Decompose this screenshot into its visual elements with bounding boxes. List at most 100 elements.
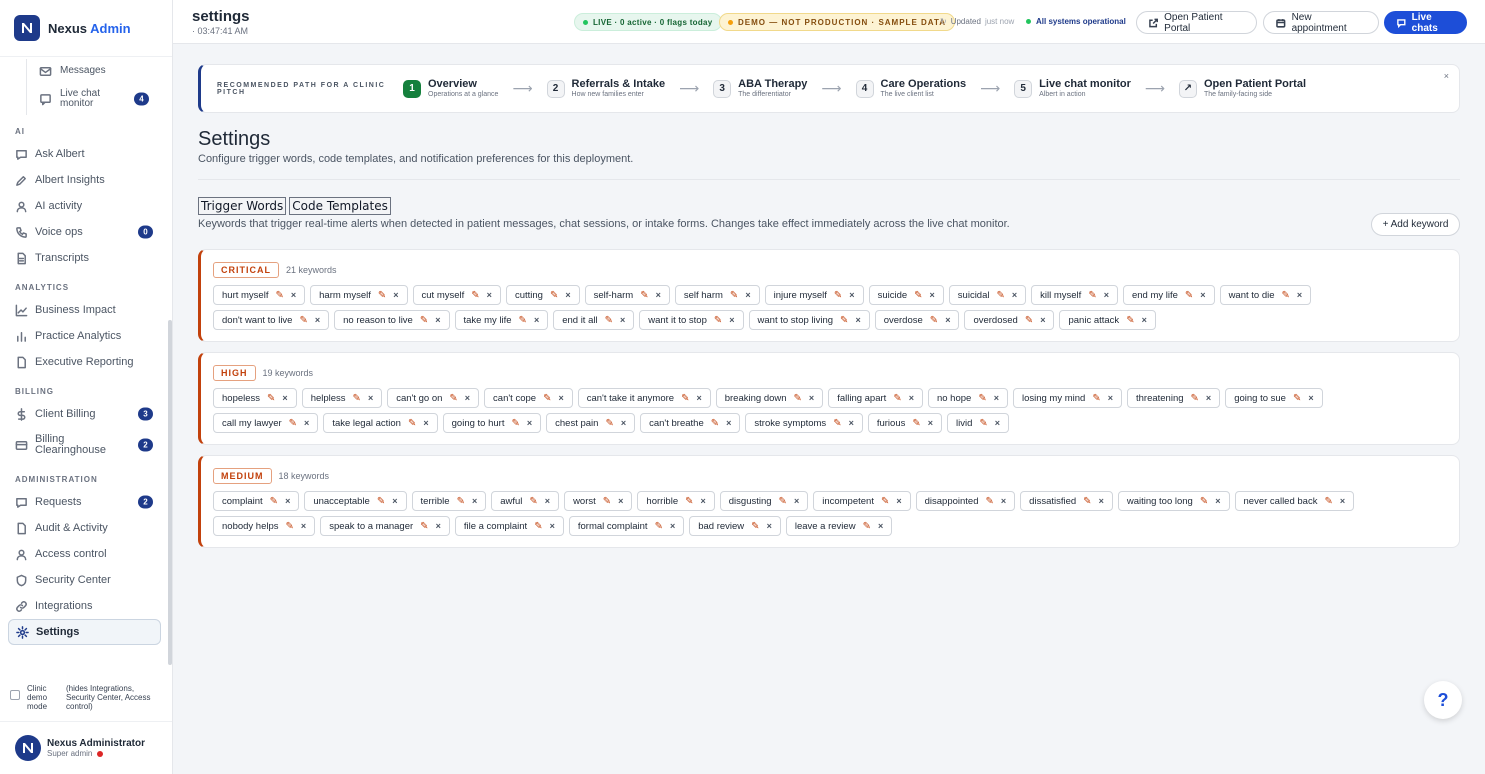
remove-icon[interactable]: ×	[527, 418, 532, 428]
tab-trigger-words[interactable]: Trigger Words	[198, 197, 287, 215]
keyword-chip[interactable]: going to hurt ✎ ×	[442, 413, 542, 433]
remove-icon[interactable]: ×	[909, 393, 914, 403]
remove-icon[interactable]: ×	[545, 496, 550, 506]
remove-icon[interactable]: ×	[1340, 496, 1345, 506]
remove-icon[interactable]: ×	[315, 315, 320, 325]
edit-pencil-icon[interactable]: ✎	[881, 496, 889, 507]
edit-pencil-icon[interactable]: ✎	[529, 496, 537, 507]
remove-icon[interactable]: ×	[392, 496, 397, 506]
keyword-chip[interactable]: threatening ✎ ×	[1126, 388, 1221, 408]
keyword-chip[interactable]: horrible ✎ ×	[637, 491, 715, 511]
keyword-chip[interactable]: cutting ✎ ×	[505, 285, 580, 305]
remove-icon[interactable]: ×	[436, 521, 441, 531]
keyword-chip[interactable]: cut myself ✎ ×	[412, 285, 501, 305]
remove-icon[interactable]: ×	[928, 418, 933, 428]
edit-pencil-icon[interactable]: ✎	[378, 290, 386, 301]
keyword-chip[interactable]: want it to stop ✎ ×	[639, 310, 744, 330]
remove-icon[interactable]: ×	[1308, 393, 1313, 403]
edit-pencil-icon[interactable]: ✎	[534, 521, 542, 532]
keyword-chip[interactable]: file a complaint ✎ ×	[454, 516, 564, 536]
keyword-chip[interactable]: injure myself ✎ ×	[764, 285, 864, 305]
keyword-chip[interactable]: take my life ✎ ×	[454, 310, 549, 330]
edit-pencil-icon[interactable]: ✎	[267, 393, 275, 404]
edit-pencil-icon[interactable]: ✎	[979, 418, 987, 429]
keyword-chip[interactable]: stroke symptoms ✎ ×	[745, 413, 863, 433]
keyword-chip[interactable]: panic attack ✎ ×	[1059, 310, 1156, 330]
edit-pencil-icon[interactable]: ✎	[353, 393, 361, 404]
edit-pencil-icon[interactable]: ✎	[730, 290, 738, 301]
keyword-chip[interactable]: harm myself ✎ ×	[310, 285, 408, 305]
remove-icon[interactable]: ×	[701, 496, 706, 506]
edit-pencil-icon[interactable]: ✎	[605, 315, 613, 326]
edit-pencil-icon[interactable]: ✎	[912, 418, 920, 429]
clinic-demo-mode-toggle[interactable]: Clinic demo mode (hides Integrations, Se…	[10, 680, 168, 711]
edit-pencil-icon[interactable]: ✎	[449, 393, 457, 404]
keyword-chip[interactable]: disgusting ✎ ×	[719, 491, 809, 511]
edit-pencil-icon[interactable]: ✎	[655, 521, 663, 532]
edit-pencil-icon[interactable]: ✎	[1324, 496, 1332, 507]
edit-pencil-icon[interactable]: ✎	[711, 418, 719, 429]
sidebar-item-practice-analytics[interactable]: Practice Analytics	[0, 323, 161, 349]
edit-pencil-icon[interactable]: ✎	[1293, 393, 1301, 404]
sidebar-item-integrations[interactable]: Integrations	[0, 593, 161, 619]
remove-icon[interactable]: ×	[726, 418, 731, 428]
remove-icon[interactable]: ×	[368, 393, 373, 403]
sidebar-item-audit-activity[interactable]: Audit & Activity	[0, 515, 161, 541]
remove-icon[interactable]: ×	[304, 418, 309, 428]
keyword-chip[interactable]: take legal action ✎ ×	[323, 413, 438, 433]
remove-icon[interactable]: ×	[618, 496, 623, 506]
demo-mode-checkbox[interactable]	[10, 690, 20, 700]
path-step-open-patient-portal[interactable]: ↗ Open Patient Portal The family-facing s…	[1178, 78, 1306, 99]
edit-pencil-icon[interactable]: ✎	[840, 315, 848, 326]
remove-icon[interactable]: ×	[896, 496, 901, 506]
keyword-chip[interactable]: speak to a manager ✎ ×	[320, 516, 450, 536]
sidebar-item-billing-clearinghouse[interactable]: Billing Clearinghouse 2	[0, 427, 161, 463]
path-step-overview[interactable]: 1 Overview Operations at a glance	[403, 78, 498, 99]
edit-pencil-icon[interactable]: ✎	[605, 418, 613, 429]
add-keyword-button[interactable]: + Add keyword	[1371, 213, 1460, 236]
edit-pencil-icon[interactable]: ✎	[1191, 393, 1199, 404]
remove-icon[interactable]: ×	[945, 315, 950, 325]
sidebar-item-executive-reporting[interactable]: Executive Reporting	[0, 349, 161, 375]
remove-icon[interactable]: ×	[1099, 496, 1104, 506]
keyword-chip[interactable]: can't take it anymore ✎ ×	[577, 388, 711, 408]
edit-pencil-icon[interactable]: ✎	[408, 418, 416, 429]
remove-icon[interactable]: ×	[670, 521, 675, 531]
remove-icon[interactable]: ×	[423, 418, 428, 428]
remove-icon[interactable]: ×	[849, 418, 854, 428]
keyword-chip[interactable]: leave a review ✎ ×	[785, 516, 893, 536]
remove-icon[interactable]: ×	[1012, 290, 1017, 300]
edit-pencil-icon[interactable]: ✎	[685, 496, 693, 507]
remove-icon[interactable]: ×	[285, 496, 290, 506]
keyword-chip[interactable]: can't cope ✎ ×	[484, 388, 573, 408]
remove-icon[interactable]: ×	[696, 393, 701, 403]
sidebar-item-requests[interactable]: Requests 2	[0, 489, 161, 515]
sidebar-item-ask-albert[interactable]: Ask Albert	[0, 141, 161, 167]
edit-pencil-icon[interactable]: ✎	[833, 418, 841, 429]
edit-pencil-icon[interactable]: ✎	[420, 521, 428, 532]
keyword-chip[interactable]: want to die ✎ ×	[1219, 285, 1312, 305]
remove-icon[interactable]: ×	[534, 315, 539, 325]
keyword-chip[interactable]: never called back ✎ ×	[1234, 491, 1355, 511]
edit-pencil-icon[interactable]: ✎	[270, 496, 278, 507]
help-button[interactable]: ?	[1424, 681, 1462, 719]
keyword-chip[interactable]: overdose ✎ ×	[874, 310, 960, 330]
edit-pencil-icon[interactable]: ✎	[543, 393, 551, 404]
remove-icon[interactable]: ×	[291, 290, 296, 300]
remove-icon[interactable]: ×	[1297, 290, 1302, 300]
edit-pencil-icon[interactable]: ✎	[377, 496, 385, 507]
keyword-chip[interactable]: furious ✎ ×	[867, 413, 943, 433]
remove-icon[interactable]: ×	[849, 290, 854, 300]
remove-icon[interactable]: ×	[930, 290, 935, 300]
keyword-chip[interactable]: going to sue ✎ ×	[1225, 388, 1323, 408]
remove-icon[interactable]: ×	[1142, 315, 1147, 325]
edit-pencil-icon[interactable]: ✎	[751, 521, 759, 532]
keyword-chip[interactable]: end it all ✎ ×	[553, 310, 635, 330]
edit-pencil-icon[interactable]: ✎	[893, 393, 901, 404]
keyword-chip[interactable]: hurt myself ✎ ×	[213, 285, 306, 305]
keyword-chip[interactable]: chest pain ✎ ×	[546, 413, 636, 433]
remove-icon[interactable]: ×	[1104, 290, 1109, 300]
remove-icon[interactable]: ×	[282, 393, 287, 403]
edit-pencil-icon[interactable]: ✎	[996, 290, 1004, 301]
keyword-chip[interactable]: losing my mind ✎ ×	[1012, 388, 1122, 408]
